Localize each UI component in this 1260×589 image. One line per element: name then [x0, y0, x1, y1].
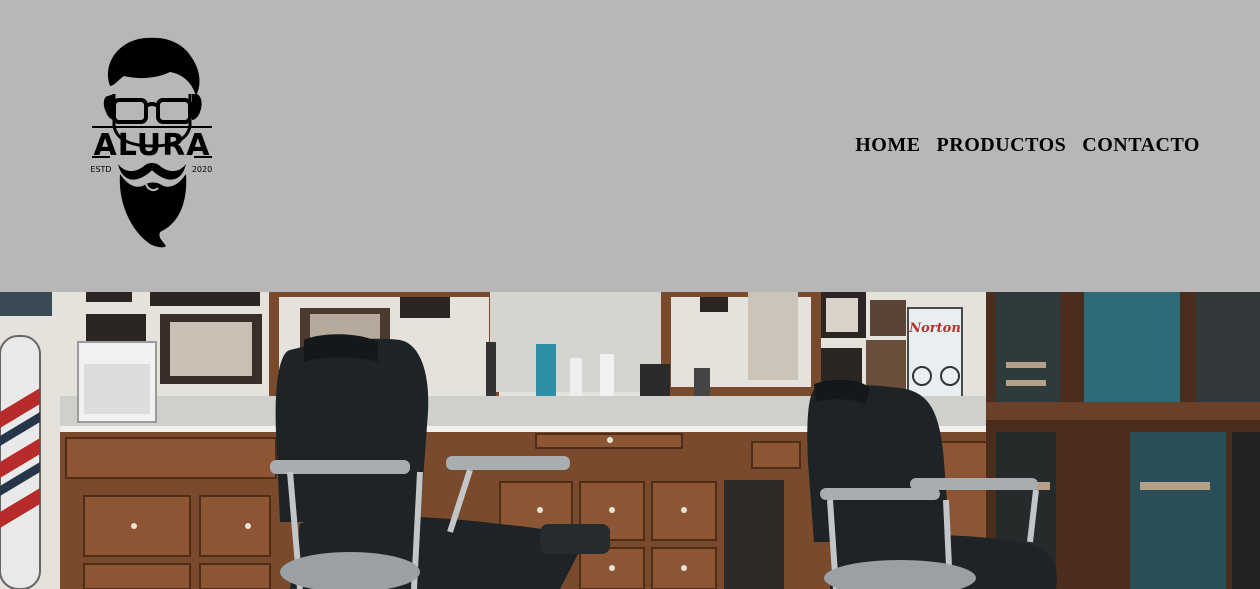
site-header: ALURA ESTD 2020 HOME PRODUCTOS CONTACTO: [0, 0, 1260, 292]
logo-year-text: 2020: [192, 165, 212, 174]
alura-barber-logo[interactable]: ALURA ESTD 2020: [88, 34, 216, 254]
logo-brand-text: ALURA: [94, 128, 211, 163]
nav-home[interactable]: HOME: [855, 134, 920, 157]
norton-poster-text: Norton: [908, 321, 961, 336]
main-nav: HOME PRODUCTOS CONTACTO: [855, 134, 1200, 157]
nav-contacto[interactable]: CONTACTO: [1082, 134, 1200, 157]
logo-estd-text: ESTD: [90, 165, 111, 174]
barbershop-interior-image: Norton: [0, 292, 1260, 589]
nav-productos[interactable]: PRODUCTOS: [937, 134, 1067, 157]
bearded-man-logo-icon: ALURA ESTD 2020: [90, 37, 212, 248]
hero-banner-image: Norton: [0, 292, 1260, 589]
